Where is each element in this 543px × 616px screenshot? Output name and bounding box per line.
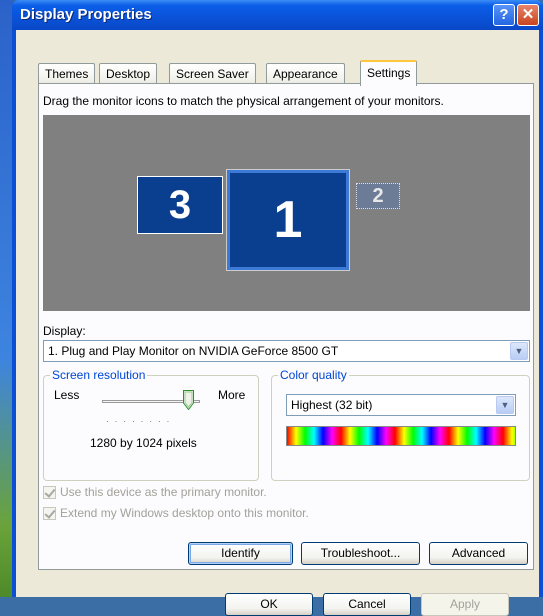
tab-screen-saver[interactable]: Screen Saver	[169, 63, 256, 85]
primary-monitor-checkbox[interactable]: Use this device as the primary monitor.	[43, 485, 267, 500]
chevron-down-icon[interactable]: ▼	[496, 396, 514, 414]
settings-panel: Drag the monitor icons to match the phys…	[38, 83, 534, 570]
monitor-2[interactable]: 2	[356, 183, 400, 209]
display-select[interactable]: 1. Plug and Play Monitor on NVIDIA GeFor…	[43, 340, 530, 362]
screen-resolution-legend: Screen resolution	[50, 368, 148, 382]
monitor-arrangement-area[interactable]: 3 1 2	[43, 115, 530, 311]
monitor-1[interactable]: 1	[226, 169, 350, 271]
ok-button[interactable]: OK	[225, 593, 313, 616]
primary-monitor-label: Use this device as the primary monitor.	[60, 485, 267, 499]
chevron-down-icon[interactable]: ▼	[510, 342, 528, 360]
window-title: Display Properties	[20, 6, 152, 23]
slider-ticks: ········	[106, 417, 176, 426]
tab-themes[interactable]: Themes	[38, 63, 96, 85]
display-label: Display:	[43, 324, 86, 338]
tab-settings[interactable]: Settings	[360, 60, 418, 86]
color-quality-group: Color quality Highest (32 bit) ▼	[271, 368, 530, 481]
extend-desktop-checkbox[interactable]: Extend my Windows desktop onto this moni…	[43, 506, 309, 521]
apply-button[interactable]: Apply	[421, 593, 509, 616]
extend-desktop-label: Extend my Windows desktop onto this moni…	[60, 506, 309, 520]
checkbox-icon[interactable]	[43, 486, 56, 500]
tab-desktop[interactable]: Desktop	[99, 63, 158, 85]
color-quality-legend: Color quality	[278, 368, 349, 382]
cancel-button[interactable]: Cancel	[323, 593, 411, 616]
slider-less-label: Less	[54, 388, 80, 402]
slider-more-label: More	[218, 388, 246, 402]
color-quality-value: Highest (32 bit)	[291, 398, 373, 412]
color-preview-bar	[286, 426, 516, 446]
close-icon[interactable]: ✕	[517, 4, 539, 26]
help-icon[interactable]: ?	[493, 4, 515, 26]
display-select-value: 1. Plug and Play Monitor on NVIDIA GeFor…	[48, 344, 339, 358]
advanced-button[interactable]: Advanced	[429, 542, 528, 565]
tab-appearance[interactable]: Appearance	[266, 63, 345, 85]
color-quality-select[interactable]: Highest (32 bit) ▼	[286, 394, 516, 416]
monitor-3[interactable]: 3	[137, 176, 223, 234]
instruction-text: Drag the monitor icons to match the phys…	[43, 94, 444, 108]
dialog-client-area: Themes Desktop Screen Saver Appearance S…	[16, 30, 539, 616]
troubleshoot-button[interactable]: Troubleshoot...	[301, 542, 420, 565]
resolution-value: 1280 by 1024 pixels	[90, 436, 197, 450]
resolution-slider-thumb[interactable]	[183, 390, 194, 410]
title-bar[interactable]: Display Properties ? ✕	[12, 0, 543, 30]
identify-button[interactable]: Identify	[188, 542, 293, 565]
display-properties-window: Display Properties ? ✕ Themes Desktop Sc…	[12, 0, 543, 616]
screen-resolution-group: Screen resolution Less More ········ 128…	[43, 368, 259, 481]
checkbox-icon[interactable]	[43, 507, 56, 521]
